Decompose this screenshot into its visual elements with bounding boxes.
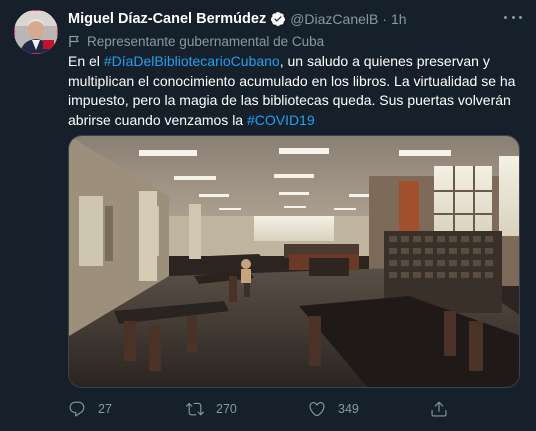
tweet-timestamp[interactable]: 1h [391, 11, 407, 27]
retweet-count: 270 [216, 402, 237, 416]
like-count: 349 [338, 402, 359, 416]
tweet[interactable]: Miguel Díaz-Canel Bermúdez @DiazCanelB ·… [0, 0, 536, 431]
more-dot [519, 15, 522, 19]
avatar[interactable] [14, 10, 58, 54]
separator-dot: · [382, 11, 388, 27]
more-dot [511, 15, 515, 19]
like-button[interactable]: 349 [308, 397, 359, 421]
flag-icon [68, 35, 81, 48]
author-name[interactable]: Miguel Díaz-Canel Bermúdez [68, 11, 266, 27]
tweet-photo[interactable] [68, 135, 520, 388]
government-label-text: Representante gubernamental de Cuba [87, 33, 325, 49]
retweet-button[interactable]: 270 [186, 397, 237, 421]
more-icon[interactable] [504, 10, 522, 24]
reply-icon [68, 400, 86, 418]
hashtag-link[interactable]: #DíaDelBibliotecarioCubano [104, 53, 280, 69]
hashtag-link[interactable]: #COVID19 [247, 112, 315, 128]
heart-icon [308, 400, 326, 418]
tweet-text: En el #DíaDelBibliotecarioCubano, un sal… [68, 52, 524, 130]
government-label[interactable]: Representante gubernamental de Cuba [68, 32, 324, 50]
tweet-text-part: En el [68, 53, 104, 69]
more-dot [504, 15, 507, 19]
retweet-icon [186, 400, 204, 418]
library-photo [69, 136, 519, 387]
share-button[interactable] [430, 397, 460, 421]
verified-badge-icon [270, 11, 286, 27]
reply-button[interactable]: 27 [68, 397, 112, 421]
tweet-header: Miguel Díaz-Canel Bermúdez @DiazCanelB ·… [68, 9, 468, 29]
share-icon [430, 400, 448, 418]
tweet-actions: 27 270 349 [60, 397, 480, 421]
author-handle[interactable]: @DiazCanelB [290, 11, 378, 27]
reply-count: 27 [98, 402, 112, 416]
